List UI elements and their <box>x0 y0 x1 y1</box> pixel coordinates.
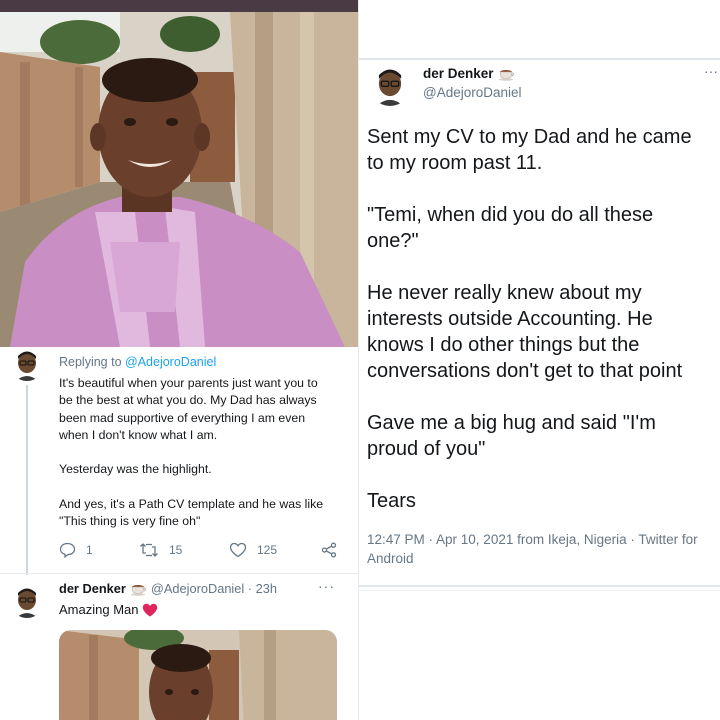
teacup-emoji-icon <box>130 584 146 596</box>
tweet-text: Amazing Man <box>59 602 158 617</box>
left-screenshot: Replying to @AdejoroDaniel It's beautifu… <box>0 0 358 720</box>
user-handle[interactable]: @AdejoroDaniel <box>423 85 522 100</box>
handle-and-time[interactable]: @AdejoroDaniel · 23h <box>151 581 277 596</box>
thread-line <box>26 385 28 575</box>
display-name[interactable]: der Denker <box>59 581 126 596</box>
reply-line: It's beautiful when your parents just wa… <box>59 376 318 390</box>
body-line: Gave me a big hug and said "I'm <box>367 412 656 434</box>
heart-icon <box>229 542 247 558</box>
body-line: Tears <box>367 490 416 512</box>
retweet-count: 15 <box>169 543 183 557</box>
body-line: knows I do other things but the <box>367 334 640 356</box>
body-line: interests outside Accounting. He <box>367 308 653 330</box>
more-options-icon[interactable]: ··· <box>704 63 718 79</box>
top-status-bar <box>0 0 358 12</box>
body-line: conversations don't get to that point <box>367 360 683 382</box>
avatar[interactable] <box>10 347 44 381</box>
share-button[interactable] <box>321 542 347 558</box>
reply-line: when I don't know what I am. <box>59 427 218 442</box>
tweet-media[interactable] <box>59 630 337 720</box>
divider <box>359 585 720 587</box>
avatar-illustration <box>10 347 44 381</box>
replying-handle-link[interactable]: @AdejoroDaniel <box>125 355 216 369</box>
red-heart-emoji-icon <box>143 603 158 616</box>
retweet-icon <box>140 543 158 557</box>
tweet-header: der Denker @AdejoroDaniel · 23h <box>59 581 277 596</box>
tweet-actions: 1 15 125 <box>59 542 344 560</box>
body-line: "Temi, when did you do all these <box>367 204 654 226</box>
body-line: He never really knew about my <box>367 282 642 304</box>
reply-button[interactable]: 1 <box>59 542 93 558</box>
photo-of-dad <box>0 12 358 347</box>
like-count: 125 <box>257 543 278 557</box>
tweet-text-content: Amazing Man <box>59 602 139 617</box>
teacup-emoji-icon <box>498 69 514 81</box>
reply-text: It's beautiful when your parents just wa… <box>59 375 349 531</box>
like-button[interactable]: 125 <box>229 542 277 558</box>
body-line: to my room past 11. <box>367 152 543 174</box>
reply-tweet[interactable]: Replying to @AdejoroDaniel It's beautifu… <box>0 347 358 575</box>
timestamp-location[interactable]: 12:47 PM · Apr 10, 2021 from Ikeja, Nige… <box>367 530 717 549</box>
body-line: proud of you" <box>367 438 486 460</box>
photo-of-dad-thumbnail <box>59 630 337 720</box>
reply-line: "This thing is very fine oh" <box>59 514 201 529</box>
reply-count: 1 <box>86 543 93 557</box>
client-name[interactable]: Android <box>367 549 717 568</box>
reply-line: And yes, it's a Path CV template and he … <box>59 497 324 512</box>
avatar[interactable] <box>369 64 411 106</box>
body-line: Sent my CV to my Dad and he came <box>367 126 692 148</box>
avatar[interactable] <box>10 584 44 618</box>
reply-line: Yesterday was the highlight. <box>59 462 212 477</box>
reply-icon <box>59 542 76 558</box>
replying-to: Replying to @AdejoroDaniel <box>59 355 216 369</box>
reply-line: be the best at what you do. My Dad has a… <box>59 393 317 408</box>
display-name-row: der Denker <box>423 66 516 81</box>
share-icon <box>321 542 337 558</box>
reply-tweet-2[interactable]: der Denker @AdejoroDaniel · 23h ··· Amaz… <box>0 574 358 720</box>
right-screenshot: der Denker @AdejoroDaniel ··· Sent my CV… <box>359 0 720 720</box>
avatar-illustration <box>369 64 411 106</box>
reply-line: been mad supportive of everything I am e… <box>59 410 306 425</box>
more-options-icon[interactable]: ··· <box>318 578 335 594</box>
replying-prefix: Replying to <box>59 355 126 369</box>
body-line: one?" <box>367 230 419 252</box>
retweet-button[interactable]: 15 <box>139 542 182 558</box>
display-name[interactable]: der Denker <box>423 66 494 81</box>
avatar-illustration <box>10 584 44 618</box>
tweet-photo[interactable] <box>0 12 358 347</box>
tweet-body: Sent my CV to my Dad and he came to my r… <box>367 124 717 514</box>
divider <box>359 590 720 591</box>
tweet-metadata: 12:47 PM · Apr 10, 2021 from Ikeja, Nige… <box>367 530 717 568</box>
divider <box>359 58 720 60</box>
